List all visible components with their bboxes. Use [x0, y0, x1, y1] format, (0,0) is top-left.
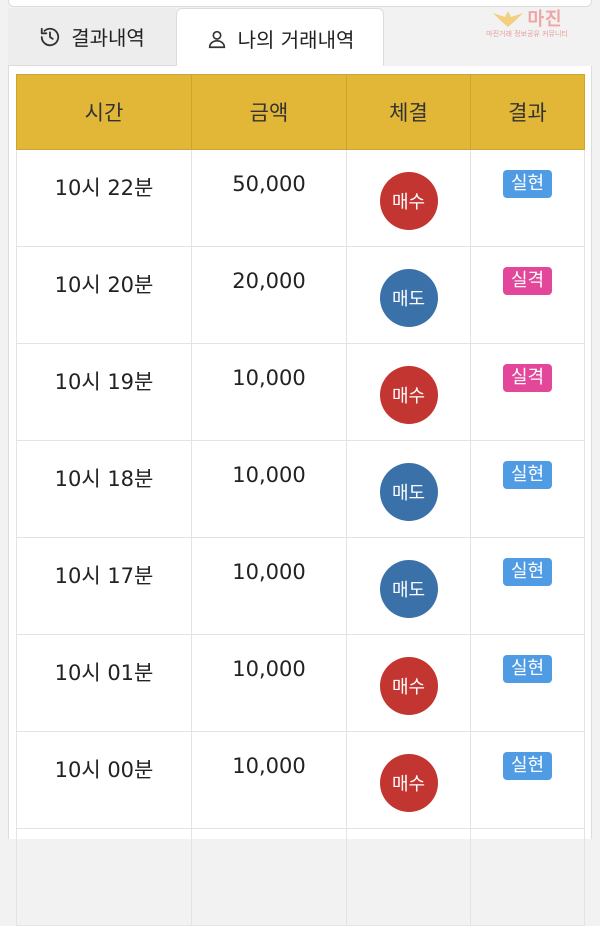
tab-results-label: 결과내역 [71, 26, 145, 50]
row-time: 10시 01분 [54, 661, 154, 685]
table-row: 10시 18분 10,000 매도 실현 [16, 440, 585, 538]
row-time: 10시 00분 [54, 758, 154, 782]
user-icon [208, 30, 225, 48]
tab-results[interactable]: 결과내역 [8, 8, 176, 66]
sell-badge: 매도 [379, 560, 438, 618]
row-time: 10시 17분 [54, 564, 154, 588]
sell-badge: 매도 [379, 463, 438, 521]
result-badge: 실현 [502, 558, 553, 586]
tab-my-trades[interactable]: 나의 거래내역 [176, 8, 384, 68]
row-amount: 10,000 [232, 463, 306, 487]
row-amount: 10,000 [232, 366, 306, 390]
site-logo: 마진 마진거래 정보공유 커뮤니티 [464, 2, 590, 42]
buy-badge: 매수 [379, 754, 438, 812]
table-row: 10시 01분 10,000 매수 실현 [16, 634, 585, 732]
result-badge: 실현 [502, 461, 553, 489]
table-row: 10시 00분 10,000 매수 실현 [16, 731, 585, 829]
row-time: 10시 20분 [54, 273, 154, 297]
row-time: 10시 19분 [54, 370, 154, 394]
row-time: 10시 18분 [54, 467, 154, 491]
tab-my-trades-label: 나의 거래내역 [237, 28, 355, 52]
row-amount: 10,000 [232, 657, 306, 681]
header-amount: 금액 [191, 74, 347, 150]
row-amount: 10,000 [232, 560, 306, 584]
sell-badge: 매도 [379, 269, 438, 327]
buy-badge: 매수 [379, 366, 438, 424]
table-row: 10시 17분 10,000 매도 실현 [16, 537, 585, 635]
buy-badge: 매수 [379, 657, 438, 715]
logo-text: 마진 [527, 9, 563, 30]
table-row-partial [16, 828, 585, 926]
logo-subtext: 마진거래 정보공유 커뮤니티 [486, 30, 568, 38]
row-amount: 20,000 [232, 269, 306, 293]
result-badge: 실현 [502, 752, 553, 780]
row-time: 10시 22분 [54, 176, 154, 200]
buy-badge: 매수 [379, 172, 438, 230]
row-amount: 10,000 [232, 754, 306, 778]
eagle-logo-icon [493, 11, 524, 27]
table-row: 10시 22분 50,000 매수 실현 [16, 149, 585, 247]
result-badge: 실격 [502, 364, 553, 392]
history-icon [41, 27, 60, 46]
result-badge: 실현 [502, 655, 553, 683]
table-header-row: 시간 금액 체결 결과 [16, 74, 585, 150]
table-row: 10시 20분 20,000 매도 실격 [16, 246, 585, 344]
table-row: 10시 19분 10,000 매수 실격 [16, 343, 585, 441]
header-execution: 체결 [346, 74, 471, 150]
header-result: 결과 [470, 74, 585, 150]
header-time: 시간 [16, 74, 192, 150]
row-amount: 50,000 [232, 172, 306, 196]
result-badge: 실격 [502, 267, 553, 295]
trade-table: 시간 금액 체결 결과 10시 22분 50,000 매수 실현 10시 20분… [16, 74, 585, 926]
result-badge: 실현 [502, 170, 553, 198]
trade-history-panel: 시간 금액 체결 결과 10시 22분 50,000 매수 실현 10시 20분… [8, 66, 592, 926]
